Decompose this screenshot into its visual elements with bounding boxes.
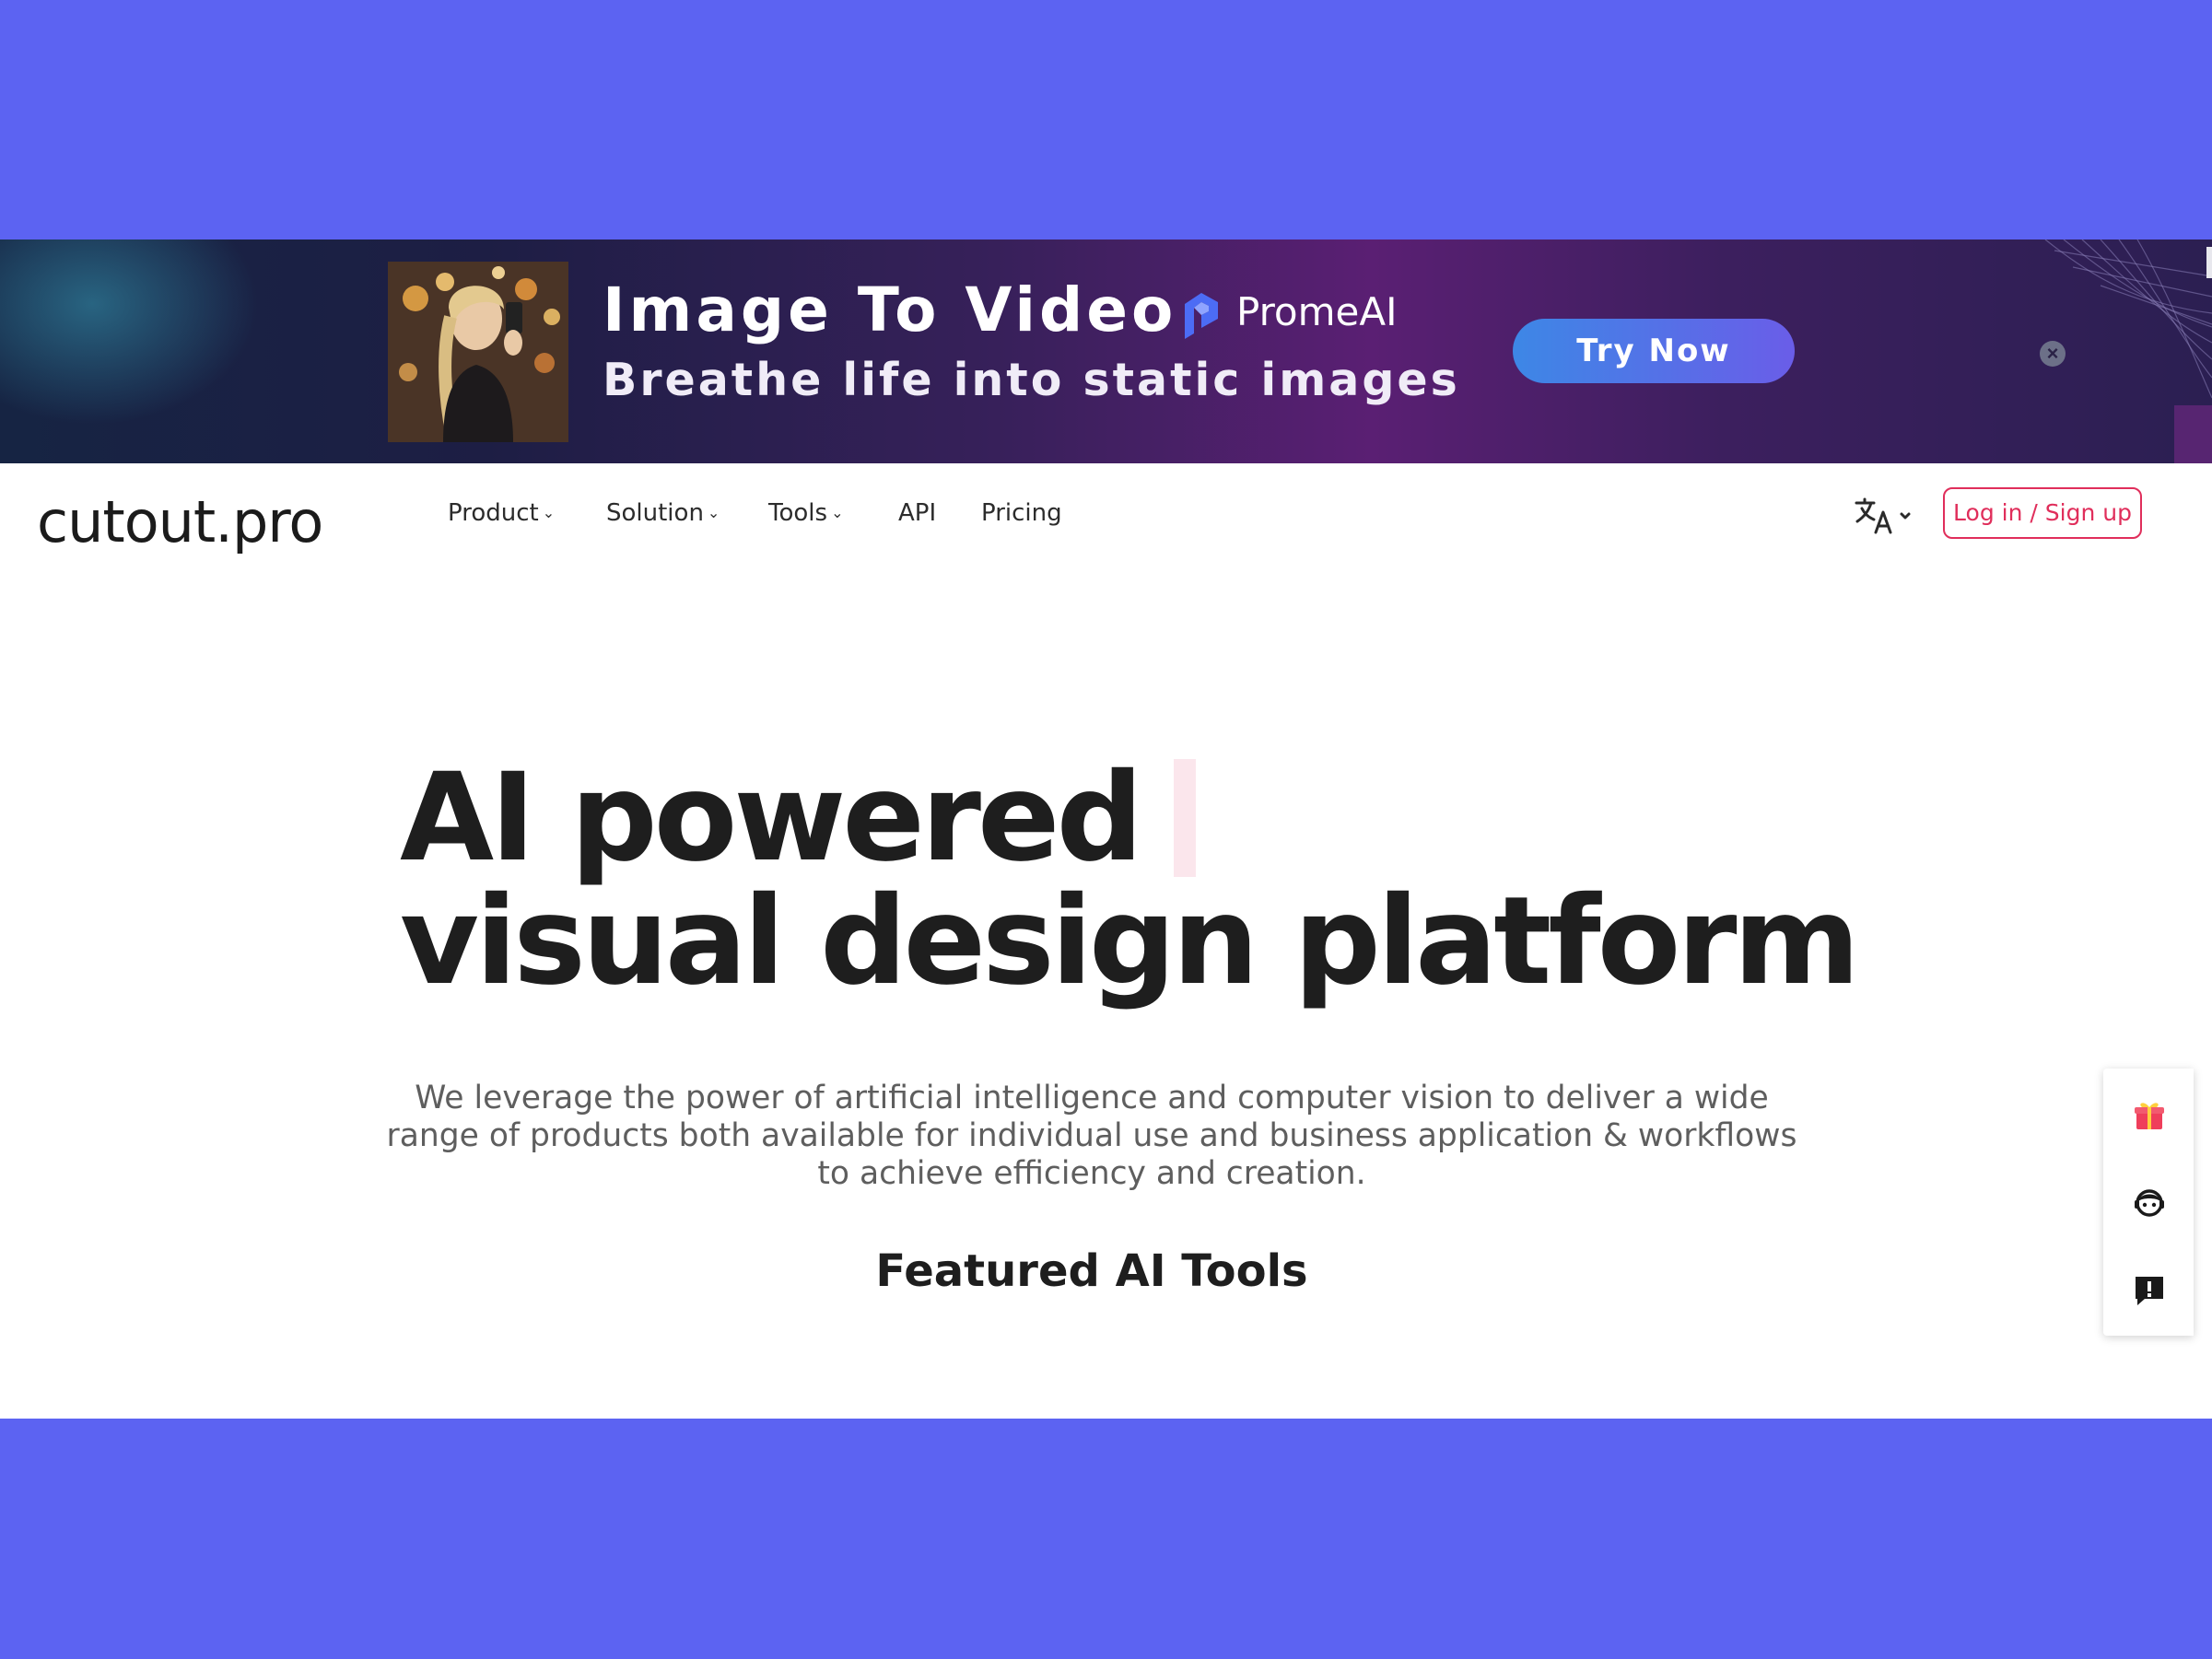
brand-logo[interactable]: cutout.pro xyxy=(37,488,323,555)
featured-tools-heading: Featured AI Tools xyxy=(875,1245,1308,1297)
typing-cursor xyxy=(1174,759,1196,877)
gift-icon[interactable] xyxy=(2132,1098,2167,1133)
feedback-icon[interactable] xyxy=(2132,1273,2167,1308)
promo-subtitle: Breathe life into static images xyxy=(603,354,1460,406)
chevron-down-icon: ⌄ xyxy=(542,504,556,521)
translate-icon xyxy=(1855,497,1911,534)
nav-item-product[interactable]: Product ⌄ xyxy=(448,499,555,527)
login-signup-button[interactable]: Log in / Sign up xyxy=(1943,487,2142,539)
browser-viewport: Image To Video PromeAI Breathe life into… xyxy=(0,240,2212,1419)
chevron-down-icon: ⌄ xyxy=(831,504,844,521)
promo-banner[interactable]: Image To Video PromeAI Breathe life into… xyxy=(0,240,2212,463)
close-icon[interactable]: × xyxy=(2040,341,2066,367)
promo-title: Image To Video xyxy=(603,275,1177,345)
promo-photo xyxy=(388,262,568,442)
nav-item-api[interactable]: API xyxy=(898,499,936,527)
floating-side-panel xyxy=(2103,1069,2194,1336)
nav-item-label: API xyxy=(898,499,937,527)
support-agent-icon[interactable] xyxy=(2132,1185,2167,1220)
try-now-button[interactable]: Try Now xyxy=(1513,319,1795,383)
banner-edge xyxy=(2206,247,2212,278)
promeai-logo-icon xyxy=(1185,293,1218,339)
nav-item-label: Product xyxy=(448,499,539,527)
hero-description: We leverage the power of artificial inte… xyxy=(386,1080,1797,1192)
banner-glow xyxy=(0,240,258,424)
nav-item-tools[interactable]: Tools ⌄ xyxy=(768,499,843,527)
hero-title-line-2: visual design platform xyxy=(400,870,1860,1012)
nav-item-label: Pricing xyxy=(981,499,1062,527)
nav-item-solution[interactable]: Solution ⌄ xyxy=(606,499,720,527)
language-switcher[interactable] xyxy=(1854,496,1918,536)
nav-item-label: Tools xyxy=(768,499,828,527)
hero-title-line-1: AI powered xyxy=(400,747,1143,889)
promeai-name: PromeAI xyxy=(1236,289,1398,334)
nav-item-pricing[interactable]: Pricing xyxy=(981,499,1062,527)
nav-item-label: Solution xyxy=(606,499,704,527)
chevron-down-icon: ⌄ xyxy=(707,504,720,521)
